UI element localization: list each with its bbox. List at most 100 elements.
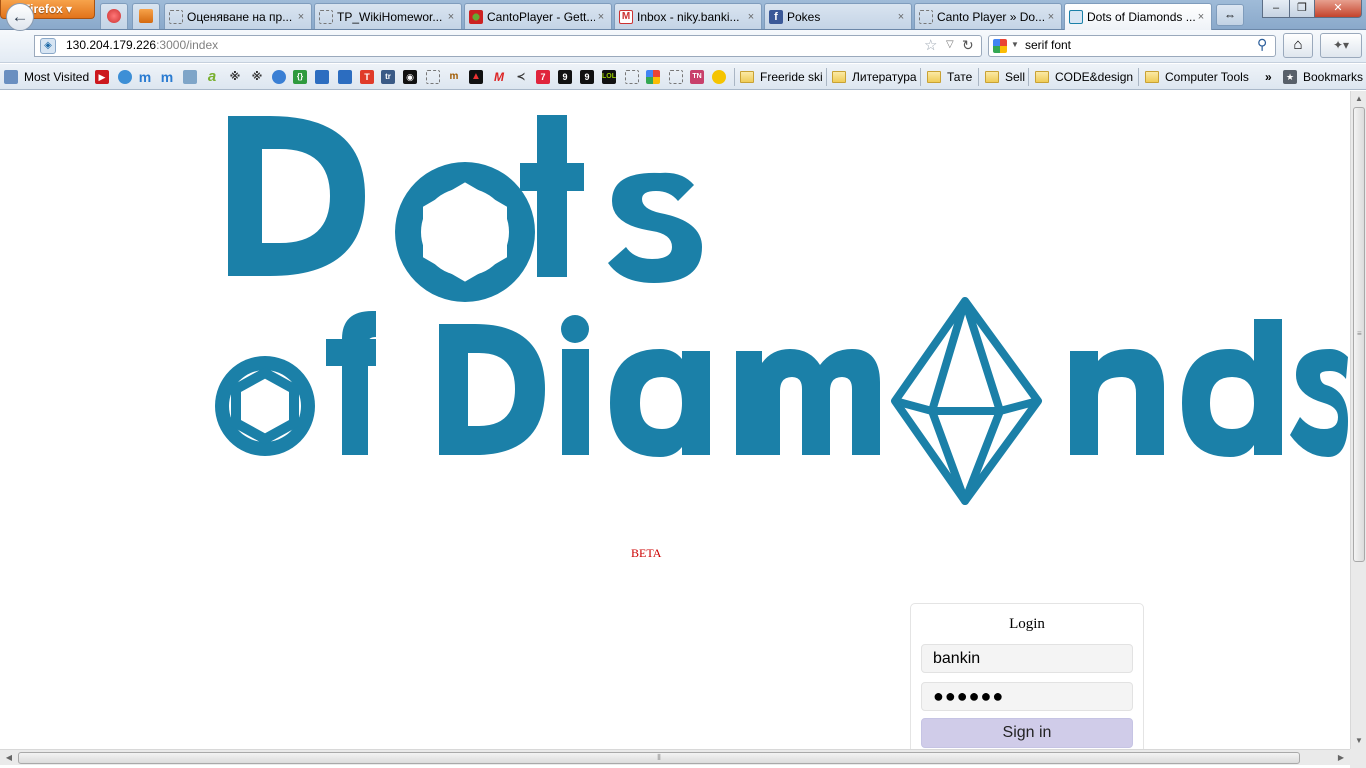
bird-icon[interactable]: ≺: [514, 70, 528, 84]
seven-icon[interactable]: 7: [536, 70, 550, 84]
blank-page-icon[interactable]: [625, 70, 639, 84]
app-tab-pinned-2[interactable]: [132, 3, 160, 29]
back-button[interactable]: ←: [6, 3, 34, 31]
google-icon[interactable]: [646, 70, 660, 84]
water-drop-icon[interactable]: [118, 70, 132, 84]
vertical-scrollbar[interactable]: ▲ ≡ ▼: [1350, 91, 1366, 749]
tab-2[interactable]: CantoPlayer - Gett... ×: [464, 3, 612, 29]
t-icon[interactable]: T: [360, 70, 374, 84]
m-icon[interactable]: m: [138, 70, 152, 84]
tab-1[interactable]: TP_WikiHomewor... ×: [314, 3, 462, 29]
dots-of-diamonds-logo: [215, 115, 1348, 505]
scroll-right-icon[interactable]: ▶: [1334, 751, 1348, 765]
tool-icon[interactable]: ※: [250, 70, 264, 84]
stackoverflow-icon: [139, 9, 153, 23]
home-button[interactable]: ⌂: [1283, 33, 1313, 58]
scroll-left-icon[interactable]: ◀: [2, 751, 16, 765]
logo-letter-d: [228, 116, 365, 276]
tr-icon[interactable]: tr: [381, 70, 395, 84]
lol-icon[interactable]: LOL: [602, 70, 616, 84]
reload-icon[interactable]: ↻: [962, 37, 974, 54]
search-icon[interactable]: ⚲: [1257, 36, 1267, 53]
tab-close-icon[interactable]: ×: [295, 11, 307, 23]
tool-icon[interactable]: ※: [228, 70, 242, 84]
tab-close-icon[interactable]: ×: [445, 11, 457, 23]
bookmark-folder-tate[interactable]: Тате: [927, 68, 972, 85]
horizontal-scrollbar[interactable]: ◀ ⦀ ▶: [0, 749, 1350, 765]
tab-strip: Firefox ▾ Оценяване на пр... × TP_WikiHo…: [0, 0, 1366, 30]
blank-page-icon[interactable]: [669, 70, 683, 84]
google-icon[interactable]: [993, 39, 1007, 53]
arrow-icon[interactable]: [338, 70, 352, 84]
maximize-button[interactable]: ❐: [1289, 0, 1315, 18]
tab-5[interactable]: Canto Player » Do... ×: [914, 3, 1062, 29]
close-window-button[interactable]: ✕: [1314, 0, 1362, 18]
separator: [920, 68, 921, 86]
tab-close-icon[interactable]: ×: [745, 11, 757, 23]
nine-icon[interactable]: 9: [558, 70, 572, 84]
search-input[interactable]: serif font: [1025, 38, 1071, 52]
tab-6-active[interactable]: Dots of Diamonds ... ×: [1064, 3, 1212, 30]
shirt-icon[interactable]: [183, 70, 197, 84]
diamond-icon: [891, 297, 1042, 505]
tab-label: Оценяване на пр...: [187, 9, 293, 24]
tn-icon[interactable]: TN: [690, 70, 704, 84]
password-field[interactable]: ●●●●●●: [921, 682, 1133, 711]
bookmark-folder-computer-tools[interactable]: Computer Tools: [1145, 68, 1249, 85]
bookmark-folder-literatura[interactable]: Литература: [832, 68, 917, 85]
app-tab-pinned-1[interactable]: [100, 3, 128, 29]
tab-close-icon[interactable]: ×: [595, 11, 607, 23]
scroll-up-icon[interactable]: ▲: [1352, 92, 1366, 106]
tab-close-icon[interactable]: ×: [895, 11, 907, 23]
horizontal-scroll-thumb[interactable]: ⦀: [18, 752, 1300, 764]
site-icon: [1069, 10, 1083, 24]
minimize-button[interactable]: –: [1262, 0, 1290, 18]
tab-label: Canto Player » Do...: [937, 9, 1045, 24]
bookmark-folder-code-design[interactable]: CODE&design: [1035, 68, 1133, 85]
folder-icon: [985, 70, 999, 83]
shoe-icon[interactable]: ▲: [469, 70, 483, 84]
bookmarks-menu-button[interactable]: ★ Bookmarks: [1283, 68, 1363, 85]
tab-label: Inbox - niky.banki...: [637, 9, 740, 24]
bookmarks-menu-label: Bookmarks: [1303, 69, 1364, 84]
separator: [978, 68, 979, 86]
folder-label: Computer Tools: [1165, 69, 1249, 84]
addon-button[interactable]: ✦▾: [1320, 33, 1362, 58]
youtube-icon[interactable]: ▶: [95, 70, 109, 84]
bookmarks-overflow-button[interactable]: »: [1265, 68, 1272, 85]
tab-close-icon[interactable]: ×: [1195, 11, 1207, 23]
sign-in-button[interactable]: Sign in: [921, 718, 1133, 748]
globe-icon[interactable]: [272, 70, 286, 84]
arrow-icon[interactable]: [315, 70, 329, 84]
tab-0[interactable]: Оценяване на пр... ×: [164, 3, 312, 29]
folder-label: Тате: [947, 69, 973, 84]
history-dropdown-icon[interactable]: ▽: [946, 39, 954, 50]
tab-close-icon[interactable]: ×: [1045, 11, 1057, 23]
vertical-scroll-thumb[interactable]: ≡: [1353, 107, 1365, 562]
back-arrow-icon: ←: [11, 7, 29, 26]
username-field[interactable]: bankin: [921, 644, 1133, 673]
chevron-down-icon[interactable]: ▼: [1011, 40, 1019, 49]
a-icon[interactable]: a: [205, 69, 219, 84]
blank-page-icon: [169, 9, 183, 24]
site-identity-icon[interactable]: ◈: [40, 38, 56, 54]
tab-4[interactable]: f Pokes ×: [764, 3, 912, 29]
folder-icon: [832, 70, 846, 83]
scroll-down-icon[interactable]: ▼: [1352, 734, 1366, 748]
bookmark-star-icon[interactable]: ☆: [924, 36, 937, 54]
bookmark-folder-sell[interactable]: Sell: [985, 68, 1025, 85]
most-visited-bookmark[interactable]: Most Visited: [4, 68, 89, 85]
m-icon[interactable]: m: [160, 70, 174, 84]
blank-page-icon[interactable]: [426, 70, 440, 84]
ball-icon[interactable]: ◉: [403, 70, 417, 84]
pacman-icon[interactable]: [712, 70, 726, 84]
tab-label: CantoPlayer - Gett...: [487, 9, 595, 24]
bookmark-folder-freeride-ski[interactable]: Freeride ski: [740, 68, 823, 85]
braces-icon[interactable]: {}: [293, 70, 307, 84]
m-icon[interactable]: M: [492, 70, 506, 84]
m-icon[interactable]: m: [447, 70, 461, 84]
url-text[interactable]: 130.204.179.226:3000/index: [66, 38, 218, 52]
tab-3[interactable]: M Inbox - niky.banki... ×: [614, 3, 762, 29]
list-all-tabs-button[interactable]: ⇔: [1216, 4, 1244, 26]
nine-icon[interactable]: 9: [580, 70, 594, 84]
